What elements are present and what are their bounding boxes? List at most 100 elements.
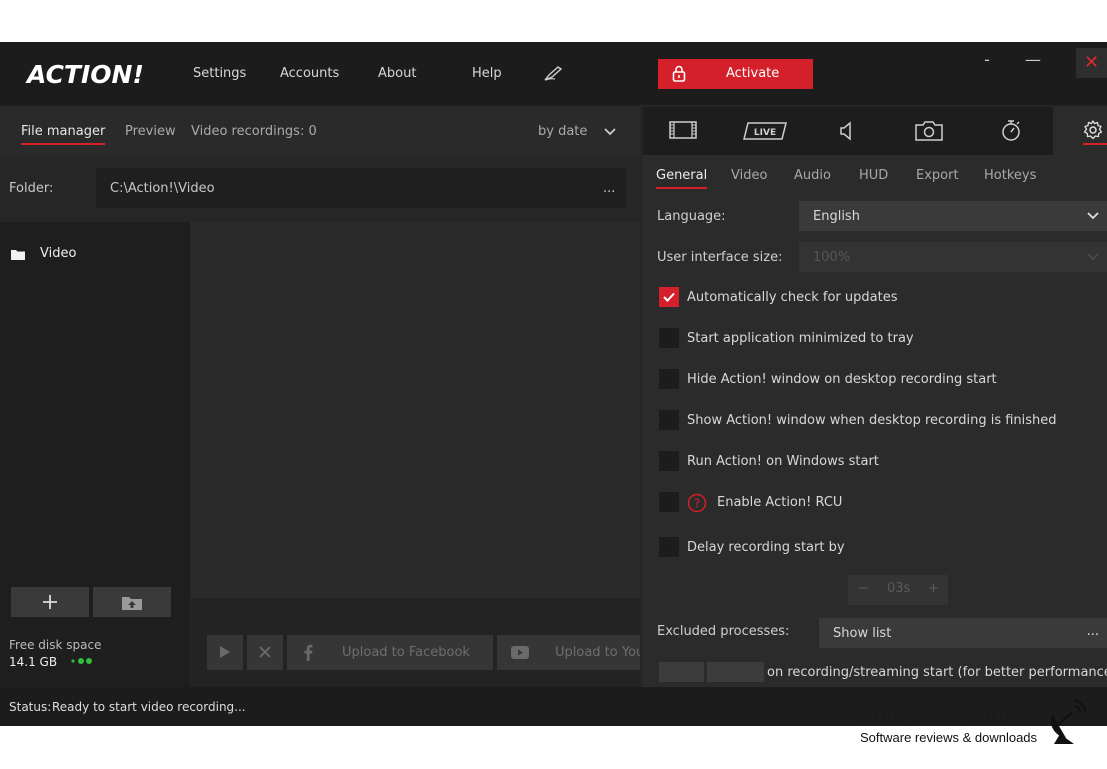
tab-video-recording[interactable] xyxy=(643,107,725,155)
language-select[interactable]: English xyxy=(799,201,1107,231)
status-text: Ready to start video recording... xyxy=(52,700,246,714)
window-minimize-button[interactable]: — xyxy=(1016,50,1050,72)
disk-status-dots-icon xyxy=(71,658,92,664)
chevron-down-icon xyxy=(1087,212,1099,220)
title-bar: ACTION! Settings Accounts About Help Act… xyxy=(0,42,1107,105)
speaker-icon xyxy=(840,121,851,141)
camera-icon xyxy=(915,121,943,141)
gear-icon xyxy=(1083,120,1103,140)
auto-update-label: Automatically check for updates xyxy=(687,290,898,305)
add-folder-button[interactable] xyxy=(11,587,89,617)
delay-stepper[interactable]: − 03s + xyxy=(848,575,948,605)
settings-tab-general[interactable]: General xyxy=(656,168,708,189)
delay-increment-button[interactable]: + xyxy=(928,581,939,596)
close-icon xyxy=(259,646,271,658)
lock-icon xyxy=(672,65,686,82)
menu-accounts[interactable]: Accounts xyxy=(280,66,339,81)
delay-start-checkbox[interactable] xyxy=(659,537,679,557)
tab-preview[interactable]: Preview xyxy=(125,124,176,139)
plus-icon xyxy=(43,595,57,609)
excluded-processes-value: Show list xyxy=(833,626,892,641)
menu-help[interactable]: Help xyxy=(472,66,502,81)
settings-tab-hud[interactable]: HUD xyxy=(859,168,888,183)
folder-row: Folder: C:\Action!\Video ... xyxy=(0,155,640,220)
upload-youtube-label: Upload to YouTube xyxy=(555,645,640,660)
ui-size-select[interactable]: 100% xyxy=(799,242,1107,272)
file-manager-header: File manager Preview Video recordings: 0… xyxy=(0,107,640,155)
folder-path: C:\Action!\Video xyxy=(110,181,215,196)
tree-item-label: Video xyxy=(40,246,77,261)
status-label: Status: xyxy=(9,700,52,714)
performance-segment-2[interactable] xyxy=(707,662,764,682)
satellite-dish-icon xyxy=(1050,700,1086,744)
free-disk-value: 14.1 GB xyxy=(9,655,58,669)
sort-dropdown[interactable]: by date xyxy=(538,124,587,139)
window-close-button[interactable]: ✕ xyxy=(1076,48,1107,78)
run-on-start-checkbox[interactable] xyxy=(659,451,679,471)
svg-text:?: ? xyxy=(694,497,700,511)
excluded-processes-more-button[interactable]: ... xyxy=(1087,624,1099,639)
performance-segment-1[interactable] xyxy=(659,662,704,682)
delay-value: 03s xyxy=(887,581,911,596)
settings-panel: LIVE General Video Audio HUD Export Hotk… xyxy=(643,107,1107,687)
browse-folder-button[interactable]: ... xyxy=(603,181,615,196)
start-minimized-checkbox[interactable] xyxy=(659,328,679,348)
delay-decrement-button[interactable]: − xyxy=(858,581,869,596)
file-list-area xyxy=(191,222,640,598)
rcu-label: Enable Action! RCU xyxy=(717,495,843,510)
chevron-down-icon[interactable] xyxy=(604,128,616,136)
run-on-start-label: Run Action! on Windows start xyxy=(687,454,879,469)
settings-tab-hotkeys[interactable]: Hotkeys xyxy=(984,168,1036,183)
performance-text: on recording/streaming start (for better… xyxy=(767,665,1107,680)
watermark-tagline: Software reviews & downloads xyxy=(860,730,1038,745)
upload-facebook-button[interactable]: Upload to Facebook xyxy=(287,635,493,670)
folder-tree: Video xyxy=(0,222,190,587)
activate-button[interactable]: Activate xyxy=(658,59,813,89)
show-window-label: Show Action! window when desktop recordi… xyxy=(687,413,1057,428)
excluded-processes-label: Excluded processes: xyxy=(657,624,790,639)
tab-benchmark[interactable] xyxy=(971,107,1053,155)
watermark-brand: SoftRadar.com xyxy=(858,703,1011,730)
menu-settings[interactable]: Settings xyxy=(193,66,246,81)
folder-icon xyxy=(11,250,25,260)
auto-update-checkbox[interactable] xyxy=(659,287,679,307)
hide-window-label: Hide Action! window on desktop recording… xyxy=(687,372,997,387)
show-window-checkbox[interactable] xyxy=(659,410,679,430)
tab-screenshot[interactable] xyxy=(889,107,971,155)
feedback-pen-icon[interactable] xyxy=(543,64,565,82)
ui-size-label: User interface size: xyxy=(657,250,783,265)
checkmark-icon xyxy=(663,292,675,302)
delete-button[interactable] xyxy=(247,635,283,670)
language-label: Language: xyxy=(657,209,726,224)
menu-about[interactable]: About xyxy=(378,66,416,81)
settings-tab-audio[interactable]: Audio xyxy=(794,168,831,183)
excluded-processes-field[interactable]: Show list ... xyxy=(819,618,1107,648)
play-button[interactable] xyxy=(207,635,243,670)
settings-tab-video[interactable]: Video xyxy=(731,168,767,183)
window-minimize-small-button[interactable]: - xyxy=(970,50,1004,72)
upload-youtube-button[interactable]: Upload to YouTube xyxy=(497,635,640,670)
tab-file-manager[interactable]: File manager xyxy=(21,124,106,145)
help-icon[interactable]: ? xyxy=(687,493,707,513)
folder-tree-footer: Free disk space 14.1 GB xyxy=(0,587,190,687)
youtube-icon xyxy=(511,646,529,659)
chevron-down-icon xyxy=(1087,253,1099,261)
tab-settings[interactable] xyxy=(1053,107,1107,155)
hide-window-checkbox[interactable] xyxy=(659,369,679,389)
action-app-window: ACTION! Settings Accounts About Help Act… xyxy=(0,42,1107,726)
facebook-icon xyxy=(304,644,313,661)
tab-live-streaming[interactable]: LIVE xyxy=(725,107,807,155)
play-icon xyxy=(220,646,230,658)
svg-text:LIVE: LIVE xyxy=(754,128,776,138)
tab-audio-recording[interactable] xyxy=(807,107,889,155)
delay-start-label: Delay recording start by xyxy=(687,540,845,555)
folder-path-field[interactable]: C:\Action!\Video ... xyxy=(96,168,626,208)
rcu-checkbox[interactable] xyxy=(659,492,679,512)
open-folder-button[interactable] xyxy=(93,587,171,617)
free-disk-label: Free disk space xyxy=(9,638,102,652)
video-recordings-count: Video recordings: 0 xyxy=(191,124,317,139)
performance-action-select[interactable] xyxy=(659,662,764,682)
app-logo: ACTION! xyxy=(27,60,144,89)
stopwatch-icon xyxy=(1002,120,1020,141)
settings-tab-export[interactable]: Export xyxy=(916,168,959,183)
